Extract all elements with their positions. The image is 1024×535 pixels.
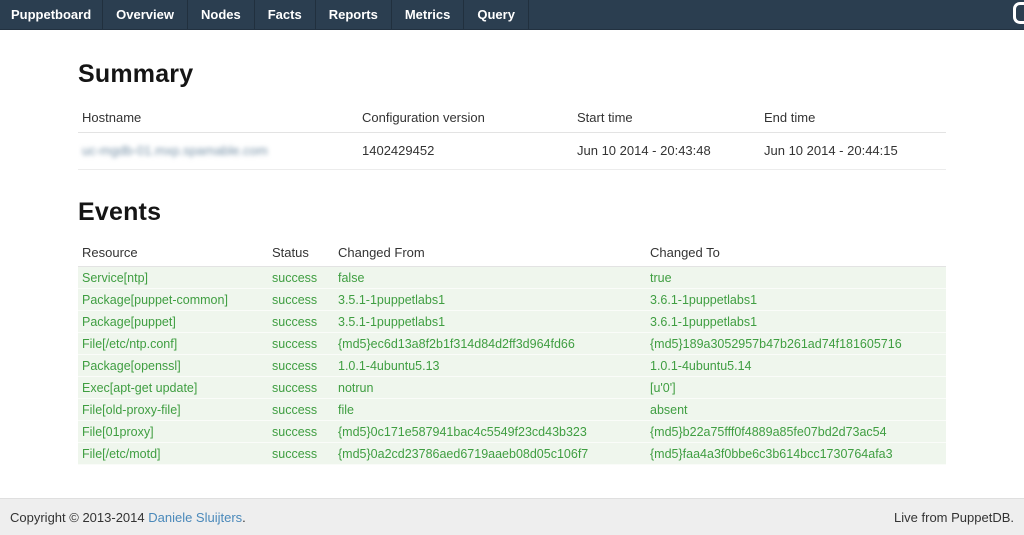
resource-cell: File[01proxy]	[78, 421, 268, 443]
nav-item-reports[interactable]: Reports	[316, 0, 392, 29]
events-header-row: Resource Status Changed From Changed To	[78, 239, 946, 267]
puppetboard-report-page: { "navbar": { "brand": "Puppetboard", "i…	[0, 0, 1024, 535]
summary-section-title: Summary	[78, 60, 946, 89]
end-time-cell: Jun 10 2014 - 20:44:15	[760, 133, 946, 170]
resource-cell: Package[openssl]	[78, 355, 268, 377]
author-link[interactable]: Daniele Sluijters	[148, 510, 242, 525]
changed-to-cell: 3.6.1-1puppetlabs1	[646, 289, 946, 311]
changed-from-cell: 1.0.1-4ubuntu5.13	[334, 355, 646, 377]
hostname-cell: uc-mgdb-01.mxp.spamable.com	[78, 133, 358, 170]
status-cell: success	[268, 333, 334, 355]
events-col-status: Status	[268, 239, 334, 267]
summary-col-config-version: Configuration version	[358, 103, 573, 133]
changed-from-cell: {md5}0c171e587941bac4c5549f23cd43b323	[334, 421, 646, 443]
status-cell: success	[268, 355, 334, 377]
resource-cell: Package[puppet]	[78, 311, 268, 333]
changed-from-cell: false	[334, 267, 646, 289]
changed-to-cell: true	[646, 267, 946, 289]
resource-cell: Exec[apt-get update]	[78, 377, 268, 399]
status-cell: success	[268, 377, 334, 399]
resource-cell: File[/etc/ntp.conf]	[78, 333, 268, 355]
table-row: File[01proxy] success {md5}0c171e587941b…	[78, 421, 946, 443]
changed-to-cell: {md5}faa4a3f0bbe6c3b614bcc1730764afa3	[646, 443, 946, 465]
changed-to-cell: absent	[646, 399, 946, 421]
changed-from-cell: {md5}ec6d13a8f2b1f314d84d2ff3d964fd66	[334, 333, 646, 355]
table-row: Package[puppet-common] success 3.5.1-1pu…	[78, 289, 946, 311]
resource-cell: Service[ntp]	[78, 267, 268, 289]
status-cell: success	[268, 311, 334, 333]
resource-cell: File[/etc/motd]	[78, 443, 268, 465]
status-cell: success	[268, 289, 334, 311]
table-row: File[/etc/ntp.conf] success {md5}ec6d13a…	[78, 333, 946, 355]
changed-to-cell: [u'0']	[646, 377, 946, 399]
table-row: File[old-proxy-file] success file absent	[78, 399, 946, 421]
nav-item-overview[interactable]: Overview	[103, 0, 188, 29]
summary-table: Hostname Configuration version Start tim…	[78, 103, 946, 170]
table-row: Service[ntp] success false true	[78, 267, 946, 289]
status-cell: success	[268, 443, 334, 465]
summary-col-end-time: End time	[760, 103, 946, 133]
puppetdb-status-text: Live from PuppetDB.	[894, 510, 1014, 525]
changed-to-cell: {md5}b22a75fff0f4889a85fe07bd2d73ac54	[646, 421, 946, 443]
nav-item-facts[interactable]: Facts	[255, 0, 316, 29]
table-row: Package[puppet] success 3.5.1-1puppetlab…	[78, 311, 946, 333]
changed-from-cell: {md5}0a2cd23786aed6719aaeb08d05c106f7	[334, 443, 646, 465]
resource-cell: File[old-proxy-file]	[78, 399, 268, 421]
status-cell: success	[268, 399, 334, 421]
events-col-resource: Resource	[78, 239, 268, 267]
main-content: Summary Hostname Configuration version S…	[78, 60, 946, 465]
changed-to-cell: 1.0.1-4ubuntu5.14	[646, 355, 946, 377]
events-section-title: Events	[78, 198, 946, 227]
top-navbar: Puppetboard Overview Nodes Facts Reports…	[0, 0, 1024, 30]
events-table: Resource Status Changed From Changed To …	[78, 239, 946, 465]
status-cell: success	[268, 267, 334, 289]
page-footer: Copyright © 2013-2014 Daniele Sluijters.…	[0, 498, 1024, 535]
copyright-prefix: Copyright © 2013-2014	[10, 510, 148, 525]
changed-from-cell: file	[334, 399, 646, 421]
nav-item-nodes[interactable]: Nodes	[188, 0, 255, 29]
table-row: File[/etc/motd] success {md5}0a2cd23786a…	[78, 443, 946, 465]
table-row: Package[openssl] success 1.0.1-4ubuntu5.…	[78, 355, 946, 377]
resource-cell: Package[puppet-common]	[78, 289, 268, 311]
nav-item-query[interactable]: Query	[464, 0, 529, 29]
changed-to-cell: {md5}189a3052957b47b261ad74f181605716	[646, 333, 946, 355]
navbar-brand-puppetboard[interactable]: Puppetboard	[0, 0, 103, 29]
changed-to-cell: 3.6.1-1puppetlabs1	[646, 311, 946, 333]
nav-item-metrics[interactable]: Metrics	[392, 0, 465, 29]
events-col-changed-to: Changed To	[646, 239, 946, 267]
copyright-suffix: .	[242, 510, 246, 525]
changed-from-cell: 3.5.1-1puppetlabs1	[334, 289, 646, 311]
copyright-text: Copyright © 2013-2014 Daniele Sluijters.	[10, 510, 246, 525]
events-col-changed-from: Changed From	[334, 239, 646, 267]
configuration-version-cell: 1402429452	[358, 133, 573, 170]
changed-from-cell: 3.5.1-1puppetlabs1	[334, 311, 646, 333]
browser-edge-artifact	[1013, 2, 1024, 24]
table-row: Exec[apt-get update] success notrun [u'0…	[78, 377, 946, 399]
summary-col-hostname: Hostname	[78, 103, 358, 133]
hostname-link-blurred[interactable]: uc-mgdb-01.mxp.spamable.com	[82, 143, 268, 158]
start-time-cell: Jun 10 2014 - 20:43:48	[573, 133, 760, 170]
summary-row: uc-mgdb-01.mxp.spamable.com 1402429452 J…	[78, 133, 946, 170]
status-cell: success	[268, 421, 334, 443]
summary-header-row: Hostname Configuration version Start tim…	[78, 103, 946, 133]
changed-from-cell: notrun	[334, 377, 646, 399]
summary-col-start-time: Start time	[573, 103, 760, 133]
